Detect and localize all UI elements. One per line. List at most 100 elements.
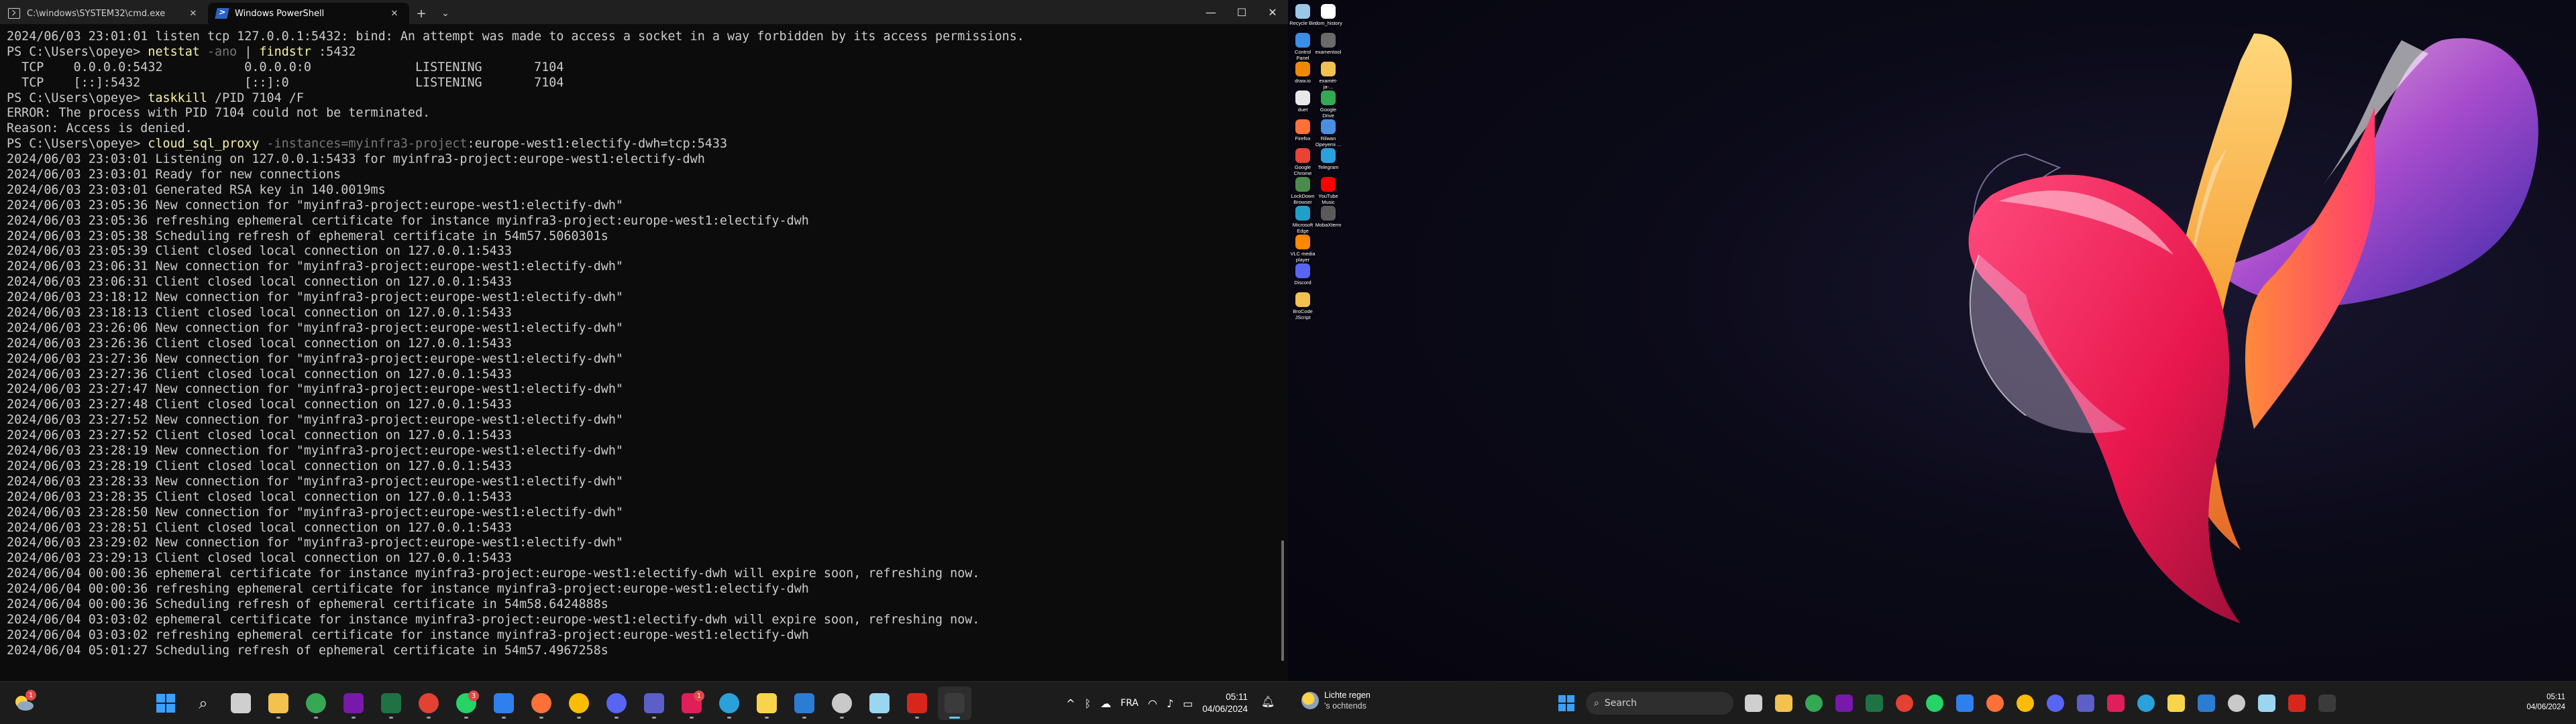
cloud-icon[interactable]: ☁	[1100, 697, 1111, 710]
taskbar-whatsapp-button[interactable]: 3	[449, 686, 483, 720]
tab-powershell[interactable]: Windows PowerShell ✕	[208, 3, 409, 24]
taskbar-sticky-notes-button[interactable]	[750, 686, 784, 720]
desktop-shortcut[interactable]: Rilwan Opeyemi ...	[1315, 119, 1342, 147]
notification-badge: 3	[468, 690, 479, 701]
terminal-line: PS C:\Users\opeye> taskkill /PID 7104 /F	[7, 91, 1277, 107]
taskbar-terminal-button[interactable]	[2312, 687, 2341, 719]
desktop-shortcut[interactable]: Google Chrome	[1289, 148, 1316, 176]
terminal-output[interactable]: 2024/06/03 23:01:01 listen tcp 127.0.0.1…	[0, 24, 1277, 681]
taskbar-chrome-profile-button[interactable]	[1890, 687, 1919, 719]
desktop-shortcut[interactable]: LockDown Browser	[1289, 177, 1316, 205]
desktop-shortcut[interactable]: YouTube Music	[1315, 177, 1342, 205]
taskbar-clock-app-button[interactable]	[825, 686, 859, 720]
taskbar-word-doc-button[interactable]	[788, 686, 821, 720]
taskbar-onenote-button[interactable]	[1829, 687, 1858, 719]
taskbar-word-doc-button[interactable]	[2192, 687, 2220, 719]
taskbar-vscode-button[interactable]	[1950, 687, 1979, 719]
desktop-shortcut[interactable]: VLC media player	[1289, 235, 1316, 263]
taskbar-chrome-2-button[interactable]	[562, 686, 596, 720]
desktop-shortcut[interactable]: draw.io	[1289, 62, 1316, 84]
volume-icon[interactable]: ♪	[1167, 697, 1173, 710]
taskbar-discord-button[interactable]	[2041, 687, 2070, 719]
taskbar-terminal-button[interactable]	[938, 686, 971, 720]
terminal-line: 2024/06/04 05:01:27 Scheduling refresh o…	[7, 644, 1277, 659]
shortcut-label: Recycle Bin	[1289, 20, 1316, 26]
taskbar-acrobat-button[interactable]	[2282, 687, 2311, 719]
desktop-shortcut[interactable]: duet	[1289, 90, 1316, 113]
taskbar-slack-button[interactable]: 1	[675, 686, 708, 720]
taskbar-search-button[interactable]: ⌕	[186, 686, 220, 720]
taskbar-excel-button[interactable]	[374, 686, 408, 720]
desktop-shortcut[interactable]: Firefox	[1289, 119, 1316, 141]
taskbar-file-explorer-button[interactable]	[262, 686, 295, 720]
close-window-button[interactable]: ✕	[1257, 0, 1288, 24]
taskbar-teams-button[interactable]	[2071, 687, 2100, 719]
desktop-shortcut[interactable]: dom_history	[1315, 4, 1342, 26]
taskbar-whatsapp-button[interactable]	[1920, 687, 1949, 719]
notification-bell-icon[interactable]: 🔔︎	[1261, 695, 1276, 710]
terminal-text: 2024/06/03 23:27:52 New connection for "…	[7, 413, 623, 428]
tab-cmd[interactable]: C:\windows\SYSTEM32\cmd.exe ✕	[0, 3, 208, 24]
taskbar-chrome-button[interactable]	[1799, 687, 1828, 719]
wifi-icon[interactable]: ◠	[1148, 697, 1157, 710]
taskbar-telegram-button[interactable]	[2131, 687, 2160, 719]
new-tab-button[interactable]: +	[409, 3, 433, 24]
taskbar-snipping-button[interactable]	[863, 686, 896, 720]
terminal-line: 2024/06/03 23:27:48 Client closed local …	[7, 398, 1277, 413]
desktop-shortcut[interactable]: Telegram	[1315, 148, 1342, 170]
battery-icon[interactable]: ▭	[1183, 697, 1193, 710]
weather-widget-right[interactable]: Lichte regen 's ochtends	[1301, 690, 1371, 711]
taskbar-firefox-button[interactable]	[1980, 687, 2009, 719]
weather-widget[interactable]: 1	[9, 688, 39, 718]
language-indicator[interactable]: FRA	[1120, 698, 1138, 709]
clock[interactable]: 05:11 04/06/2024	[1202, 691, 1248, 715]
taskbar-chrome-profile-button[interactable]	[412, 686, 445, 720]
tray-chevron-icon[interactable]: ^	[1066, 697, 1075, 710]
taskbar-task-view-button[interactable]	[1739, 687, 1768, 719]
desktop-shortcut[interactable]: BroCode JScript	[1289, 292, 1316, 320]
taskbar-telegram-button[interactable]	[712, 686, 746, 720]
bluetooth-icon[interactable]: ᛒ	[1085, 697, 1091, 710]
search-box[interactable]: ⌕ Search	[1586, 692, 1733, 715]
maximize-button[interactable]: ☐	[1226, 0, 1257, 24]
desktop-shortcut[interactable]: MobaXterm	[1315, 206, 1342, 228]
terminal-scrollbar[interactable]	[1277, 24, 1288, 681]
taskbar-onenote-button[interactable]	[337, 686, 370, 720]
desktop-shortcut[interactable]: examét-ja-...	[1315, 62, 1342, 90]
taskbar-file-explorer-button[interactable]	[1769, 687, 1798, 719]
desktop-shortcut[interactable]: Recycle Bin	[1289, 4, 1316, 26]
desktop-shortcut[interactable]: Control Panel	[1289, 33, 1316, 61]
taskbar-teams-button[interactable]	[637, 686, 671, 720]
terminal-line: 2024/06/03 23:05:38 Scheduling refresh o…	[7, 229, 1277, 245]
terminal-text: 2024/06/03 23:05:36 New connection for "…	[7, 198, 623, 213]
desktop-shortcut[interactable]: Google Drive	[1315, 90, 1342, 119]
clock-right[interactable]: 05:11 04/06/2024	[2526, 692, 2565, 713]
taskbar-vscode-button[interactable]	[487, 686, 521, 720]
shortcut-label: VLC media player	[1290, 251, 1316, 263]
taskbar-slack-button[interactable]	[2101, 687, 2130, 719]
file-explorer-icon	[1774, 695, 1792, 712]
taskbar-snipping-button[interactable]	[2252, 687, 2281, 719]
taskbar-acrobat-button[interactable]	[900, 686, 934, 720]
taskbar-sticky-notes-button[interactable]	[2161, 687, 2190, 719]
taskbar-chrome-button[interactable]	[299, 686, 333, 720]
tab-dropdown-button[interactable]: ⌄	[433, 3, 458, 24]
desktop-shortcut[interactable]: Discord	[1289, 263, 1316, 286]
desktop-shortcut[interactable]: examentool	[1315, 33, 1342, 55]
close-tab-icon[interactable]: ✕	[388, 7, 401, 20]
scrollbar-thumb[interactable]	[1281, 540, 1284, 661]
taskbar-chrome-2-button[interactable]	[2010, 687, 2039, 719]
desktop-shortcut[interactable]: Microsoft Edge	[1289, 206, 1316, 234]
minimize-button[interactable]: —	[1195, 0, 1226, 24]
windows-icon	[1558, 695, 1574, 711]
taskbar-start-button[interactable]	[149, 686, 182, 720]
close-tab-icon[interactable]: ✕	[186, 7, 200, 20]
terminal-text: 2024/06/04 00:00:36 ephemeral certificat…	[7, 566, 980, 581]
taskbar-task-view-button[interactable]	[224, 686, 258, 720]
taskbar-firefox-button[interactable]	[525, 686, 558, 720]
taskbar-excel-button[interactable]	[1860, 687, 1888, 719]
taskbar-discord-button[interactable]	[600, 686, 633, 720]
start-button[interactable]	[1552, 687, 1580, 719]
terminal-text: netstat	[148, 44, 200, 59]
taskbar-clock-app-button[interactable]	[2222, 687, 2251, 719]
